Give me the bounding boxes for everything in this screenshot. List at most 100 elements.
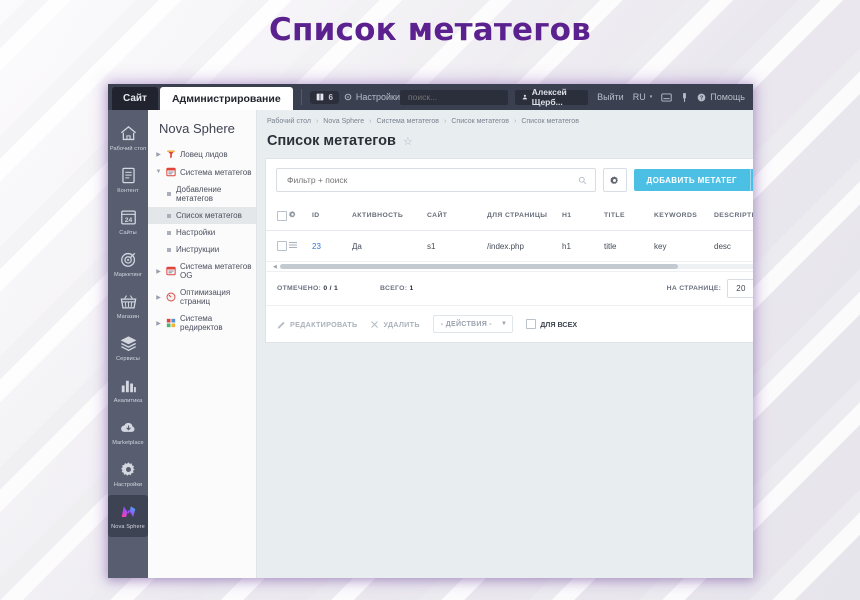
rail-item-settings[interactable]: Настройки bbox=[108, 453, 148, 495]
menu-item-instructions[interactable]: Инструкции bbox=[148, 241, 256, 258]
notifications-counter[interactable]: 6 bbox=[310, 91, 338, 104]
rail-item-marketing[interactable]: Маркетинг bbox=[108, 243, 148, 285]
column-header-page[interactable]: ДЛЯ СТРАНИЦЫ bbox=[487, 201, 562, 231]
select-all-checkbox[interactable] bbox=[277, 211, 287, 221]
table-row[interactable]: 23 Да s1 /index.php h1 title key desc bbox=[266, 231, 753, 262]
rail-item-shop[interactable]: Магазин bbox=[108, 285, 148, 327]
row-actions-menu-icon[interactable] bbox=[288, 241, 298, 249]
menu-item-metatag-list[interactable]: Список метатегов bbox=[148, 207, 256, 224]
table-body: 23 Да s1 /index.php h1 title key desc bbox=[266, 231, 753, 262]
book-icon bbox=[316, 93, 324, 101]
chevron-down-icon: ▼ bbox=[501, 321, 507, 327]
breadcrumb-item[interactable]: Nova Sphere bbox=[323, 118, 364, 125]
row-id-link[interactable]: 23 bbox=[312, 242, 321, 251]
user-menu[interactable]: Алексей Щерб... bbox=[515, 90, 588, 105]
delete-label: УДАЛИТЬ bbox=[383, 320, 419, 329]
rail-item-analytics[interactable]: Аналитика bbox=[108, 369, 148, 411]
section-menu: Nova Sphere ▶ Ловец лидов ▼ bbox=[148, 110, 257, 578]
row-checkbox[interactable] bbox=[277, 241, 287, 251]
global-search[interactable] bbox=[400, 90, 508, 105]
global-search-input[interactable] bbox=[406, 91, 521, 103]
tab-administration[interactable]: Администрирование bbox=[160, 87, 293, 110]
breadcrumb-item[interactable]: Система метатегов bbox=[377, 118, 440, 125]
target-icon bbox=[119, 250, 138, 269]
add-metatag-button[interactable]: ДОБАВИТЬ МЕТАТЕГ bbox=[634, 169, 750, 191]
scrollbar-track[interactable] bbox=[280, 264, 753, 269]
tab-site[interactable]: Сайт bbox=[112, 87, 158, 110]
column-header-description[interactable]: DESCRIPTI bbox=[714, 201, 753, 231]
menu-item-metatag-system-og[interactable]: ▶ Система метатегов OG bbox=[148, 258, 256, 284]
select-all-header[interactable] bbox=[266, 201, 288, 231]
breadcrumb-item[interactable]: Список метатегов bbox=[451, 118, 509, 125]
menu-item-label: Добавление метатегов bbox=[176, 185, 252, 203]
menu-item-metatag-system[interactable]: ▼ Система метатегов bbox=[148, 163, 256, 181]
settings-menu-item[interactable]: Настройки bbox=[344, 92, 400, 102]
actions-select[interactable]: - ДЕЙСТВИЯ - ▼ bbox=[433, 315, 513, 333]
tag-window-icon bbox=[166, 167, 176, 177]
column-header-keywords[interactable]: KEYWORDS bbox=[654, 201, 714, 231]
for-all-checkbox[interactable] bbox=[526, 319, 536, 329]
total-label: ВСЕГО: bbox=[380, 285, 407, 292]
delete-action[interactable]: УДАЛИТЬ bbox=[370, 320, 419, 329]
add-metatag-dropdown-toggle[interactable]: ▾ bbox=[750, 169, 753, 191]
menu-item-add-metatags[interactable]: Добавление метатегов bbox=[148, 181, 256, 207]
rail-label: Сайты bbox=[119, 230, 136, 237]
favorite-star-icon[interactable]: ☆ bbox=[403, 135, 413, 148]
funnel-icon bbox=[166, 149, 176, 159]
row-select-cell[interactable] bbox=[266, 231, 288, 262]
for-all-toggle[interactable]: ДЛЯ ВСЕХ bbox=[526, 319, 577, 329]
rail-label: Маркетинг bbox=[114, 272, 142, 279]
top-bar: Сайт Администрирование 6 Настройки bbox=[108, 84, 753, 110]
menu-item-page-optimization[interactable]: ▶ Оптимизация страниц bbox=[148, 284, 256, 310]
menu-item-lead-catcher[interactable]: ▶ Ловец лидов bbox=[148, 145, 256, 163]
rail-item-sites[interactable]: 24 Сайты bbox=[108, 201, 148, 243]
chevron-right-icon[interactable]: ▶ bbox=[155, 151, 162, 158]
rail-item-nova-sphere[interactable]: Nova Sphere bbox=[108, 495, 148, 537]
breadcrumb-item[interactable]: Рабочий стол bbox=[267, 118, 311, 125]
column-header-h1[interactable]: H1 bbox=[562, 201, 604, 231]
language-switcher[interactable]: RU ▾ bbox=[633, 92, 653, 102]
column-header-title[interactable]: TITLE bbox=[604, 201, 654, 231]
user-name: Алексей Щерб... bbox=[532, 87, 581, 107]
filter-search-input[interactable] bbox=[285, 174, 578, 186]
logout-link[interactable]: Выйти bbox=[597, 92, 624, 102]
table-header-row: ID АКТИВНОСТЬ САЙТ ДЛЯ СТРАНИЦЫ H1 TITLE… bbox=[266, 201, 753, 231]
home-icon bbox=[119, 124, 138, 143]
search-icon[interactable] bbox=[578, 176, 587, 185]
column-header-activity[interactable]: АКТИВНОСТЬ bbox=[352, 201, 427, 231]
rail-item-services[interactable]: Сервисы bbox=[108, 327, 148, 369]
edit-action[interactable]: РЕДАКТИРОВАТЬ bbox=[277, 320, 357, 329]
chevron-down-icon[interactable]: ▼ bbox=[155, 169, 162, 175]
scroll-left-arrow-icon[interactable]: ◀ bbox=[273, 264, 277, 270]
menu-item-redirect-system[interactable]: ▶ Система редиректов bbox=[148, 310, 256, 336]
chevron-right-icon[interactable]: ▶ bbox=[155, 320, 162, 327]
rail-item-desktop[interactable]: Рабочий стол bbox=[108, 117, 148, 159]
scrollbar-thumb[interactable] bbox=[280, 264, 679, 269]
close-x-icon bbox=[370, 320, 379, 329]
column-header-site[interactable]: САЙТ bbox=[427, 201, 487, 231]
pin-icon[interactable] bbox=[681, 92, 688, 103]
filter-settings-button[interactable] bbox=[603, 168, 627, 192]
column-settings-header[interactable] bbox=[288, 201, 312, 231]
cell-id[interactable]: 23 bbox=[312, 231, 352, 262]
chevron-right-icon[interactable]: ▶ bbox=[155, 268, 162, 275]
menu-item-settings[interactable]: Настройки bbox=[148, 224, 256, 241]
rail-item-marketplace[interactable]: Marketplace bbox=[108, 411, 148, 453]
column-header-id[interactable]: ID bbox=[312, 201, 352, 231]
help-link[interactable]: ? Помощь bbox=[697, 92, 745, 102]
per-page-select[interactable]: 20 ▼ bbox=[727, 279, 753, 298]
marked-value: 0 / 1 bbox=[323, 285, 338, 292]
rail-item-content[interactable]: Контент bbox=[108, 159, 148, 201]
row-menu-cell[interactable] bbox=[288, 231, 312, 262]
monitor-icon[interactable] bbox=[661, 93, 672, 102]
grid-icon bbox=[166, 318, 176, 328]
gear-icon[interactable] bbox=[288, 210, 297, 219]
breadcrumb-item[interactable]: Список метатегов bbox=[521, 118, 579, 125]
chevron-right-icon[interactable]: ▶ bbox=[155, 294, 162, 301]
horizontal-scrollbar[interactable]: ◀ ▶ bbox=[266, 262, 753, 271]
table-summary: ОТМЕЧЕНО: 0 / 1 ВСЕГО: 1 НА СТРАНИЦЕ: 20… bbox=[266, 271, 753, 305]
cell-page: /index.php bbox=[487, 231, 562, 262]
filter-search[interactable] bbox=[276, 168, 596, 192]
settings-label: Настройки bbox=[356, 92, 400, 102]
rail-label: Рабочий стол bbox=[110, 146, 146, 153]
